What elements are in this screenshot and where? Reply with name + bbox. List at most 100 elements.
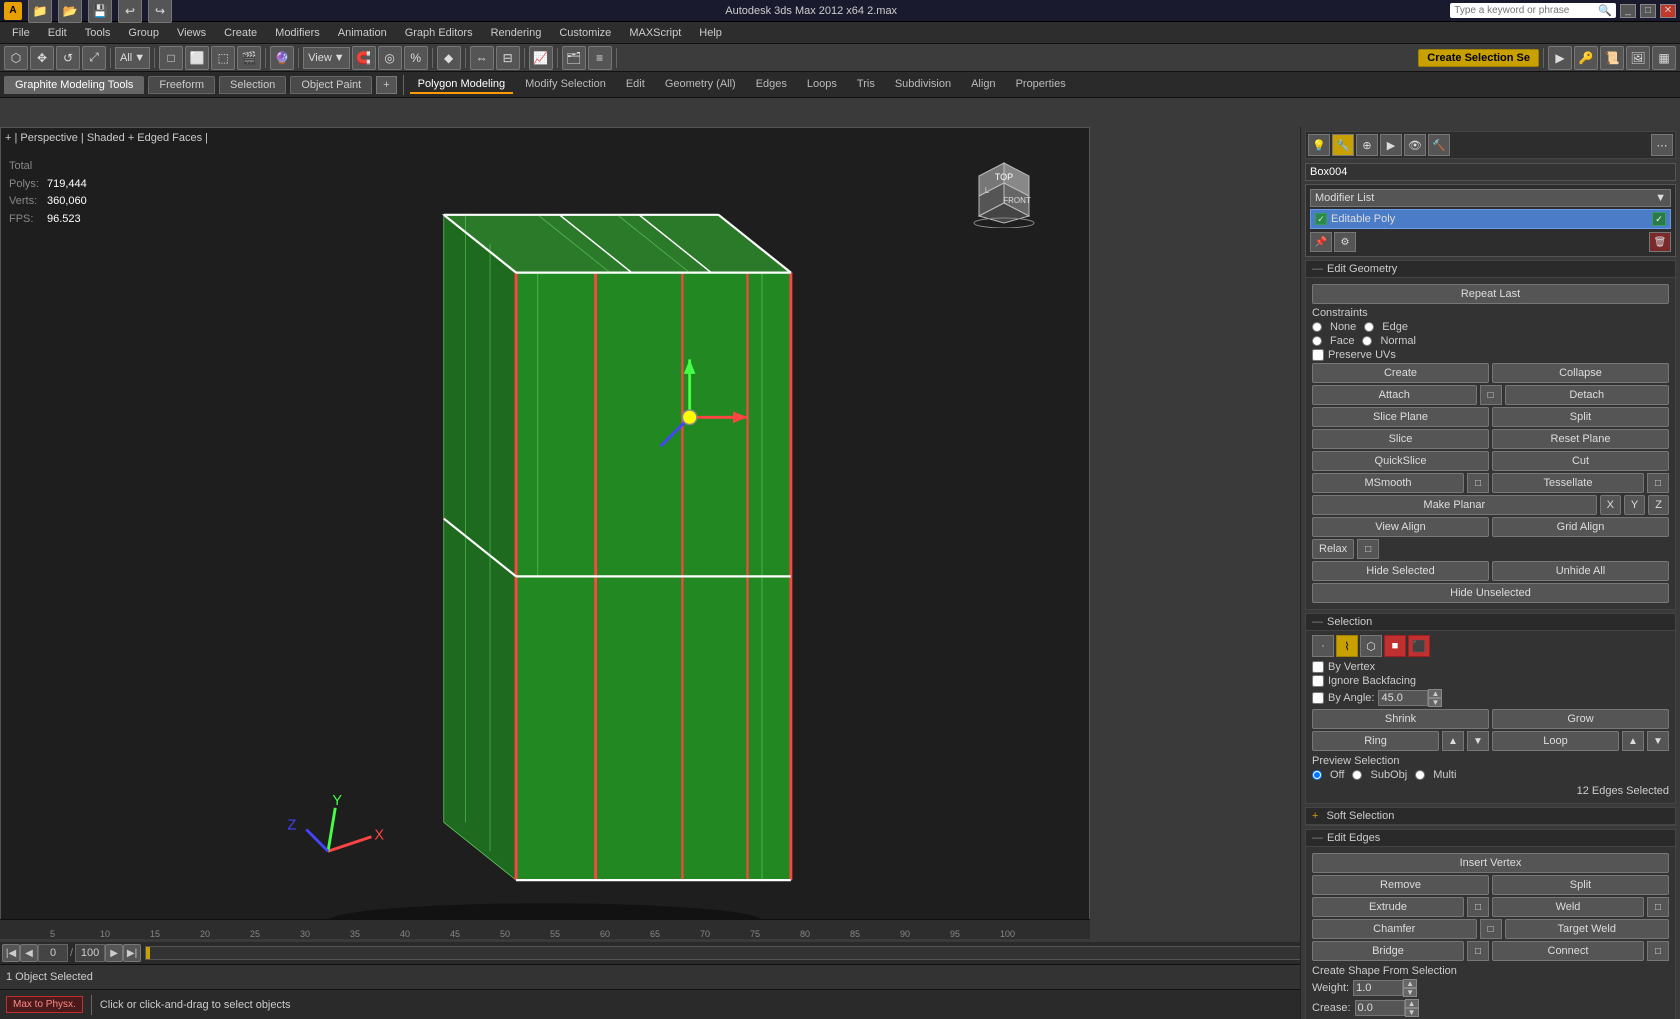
collapse-btn[interactable]: Collapse	[1492, 363, 1669, 383]
extrude-settings-btn[interactable]: □	[1467, 897, 1489, 917]
search-input[interactable]	[1454, 5, 1594, 16]
split-btn[interactable]: Split	[1492, 407, 1669, 427]
repeat-last-btn[interactable]: Repeat Last	[1312, 284, 1669, 304]
create-btn[interactable]: Create	[1312, 363, 1489, 383]
wire-btn[interactable]: ⬚	[211, 46, 235, 70]
soft-selection-header[interactable]: + Soft Selection	[1306, 808, 1675, 825]
menu-views[interactable]: Views	[169, 25, 214, 41]
tab-freeform[interactable]: Freeform	[148, 76, 215, 94]
render-btn[interactable]: 🖼	[1626, 46, 1650, 70]
ribbon-align[interactable]: Align	[963, 76, 1003, 94]
max-physx-btn[interactable]: Max to Physx.	[6, 996, 83, 1013]
save-btn[interactable]: 💾	[88, 0, 112, 23]
filter-dropdown[interactable]: All ▼	[115, 47, 150, 69]
rp-extra-icon[interactable]: ⋯	[1651, 134, 1673, 156]
grid-align-btn[interactable]: Grid Align	[1492, 517, 1669, 537]
ribbon-modify-selection[interactable]: Modify Selection	[517, 76, 614, 94]
attach-settings-btn[interactable]: □	[1480, 385, 1502, 405]
ribbon-edit[interactable]: Edit	[618, 76, 653, 94]
viewport[interactable]: + | Perspective | Shaded + Edged Faces |…	[0, 127, 1090, 939]
connect-settings-btn[interactable]: □	[1647, 941, 1669, 961]
pct-snap-btn[interactable]: %	[404, 46, 428, 70]
weld-btn[interactable]: Weld	[1492, 897, 1644, 917]
by-angle-checkbox[interactable]	[1312, 692, 1324, 704]
tab-graphite-modeling[interactable]: Graphite Modeling Tools	[4, 76, 144, 94]
attach-btn[interactable]: Attach	[1312, 385, 1477, 405]
tab-object-paint[interactable]: Object Paint	[290, 76, 372, 94]
stack-configure-btn[interactable]: ⚙	[1334, 232, 1356, 252]
by-vertex-checkbox[interactable]	[1312, 661, 1324, 673]
by-angle-up[interactable]: ▲	[1428, 689, 1442, 698]
stack-pin-btn[interactable]: 📌	[1310, 232, 1332, 252]
hide-selected-btn[interactable]: Hide Selected	[1312, 561, 1489, 581]
constraint-none-radio[interactable]	[1312, 322, 1322, 332]
next-frame-btn[interactable]: ▶|	[123, 944, 141, 962]
editable-poly-entry[interactable]: ✓ Editable Poly ✓	[1310, 209, 1671, 229]
connect-btn[interactable]: Connect	[1492, 941, 1644, 961]
detach-btn[interactable]: Detach	[1505, 385, 1670, 405]
view-dropdown[interactable]: View ▼	[303, 47, 350, 69]
tab-selection[interactable]: Selection	[219, 76, 286, 94]
msmooth-settings-btn[interactable]: □	[1467, 473, 1489, 493]
menu-graph-editors[interactable]: Graph Editors	[397, 25, 481, 41]
rp-motion-icon[interactable]: ▶	[1380, 134, 1402, 156]
tab-extra[interactable]: +	[376, 76, 396, 94]
rp-utility-icon[interactable]: 🔨	[1428, 134, 1450, 156]
total-frames[interactable]: 100	[75, 944, 105, 962]
tessellate-btn[interactable]: Tessellate	[1492, 473, 1644, 493]
bridge-btn[interactable]: Bridge	[1312, 941, 1464, 961]
rp-hierarchy-icon[interactable]: ⊕	[1356, 134, 1378, 156]
slice-btn[interactable]: Slice	[1312, 429, 1489, 449]
edit-geometry-header[interactable]: — Edit Geometry	[1306, 261, 1675, 278]
crease-up[interactable]: ▲	[1405, 999, 1419, 1008]
preview-multi-radio[interactable]	[1415, 770, 1425, 780]
rp-display-icon[interactable]: 👁	[1404, 134, 1426, 156]
undo-btn[interactable]: ↩	[118, 0, 142, 23]
loop-spin-dn[interactable]: ▼	[1647, 731, 1669, 751]
current-frame[interactable]: 0	[38, 944, 68, 962]
element-icon[interactable]: ⬛	[1408, 635, 1430, 657]
ee-split-btn[interactable]: Split	[1492, 875, 1669, 895]
constraint-normal-radio[interactable]	[1362, 336, 1372, 346]
object-name[interactable]: Box004	[1305, 163, 1676, 181]
chamfer-btn[interactable]: Chamfer	[1312, 919, 1477, 939]
menu-group[interactable]: Group	[120, 25, 167, 41]
mirror-btn[interactable]: ⇔	[470, 46, 494, 70]
create-selection-btn[interactable]: Create Selection Se	[1418, 49, 1539, 67]
ribbon-polygon-modeling[interactable]: Polygon Modeling	[410, 76, 513, 94]
weight-up[interactable]: ▲	[1403, 979, 1417, 988]
grow-btn[interactable]: Grow	[1492, 709, 1669, 729]
snap-btn[interactable]: 🧲	[352, 46, 376, 70]
preview-off-radio[interactable]	[1312, 770, 1322, 780]
menu-file[interactable]: File	[4, 25, 38, 41]
ribbon-edges[interactable]: Edges	[748, 76, 795, 94]
by-angle-down[interactable]: ▼	[1428, 698, 1442, 707]
constraint-edge-radio[interactable]	[1364, 322, 1374, 332]
loop-spin-up[interactable]: ▲	[1622, 731, 1644, 751]
play-btn[interactable]: ▶	[1548, 46, 1572, 70]
ring-btn[interactable]: Ring	[1312, 731, 1439, 751]
preserve-uvs-checkbox[interactable]	[1312, 349, 1324, 361]
constraint-face-radio[interactable]	[1312, 336, 1322, 346]
menu-tools[interactable]: Tools	[77, 25, 119, 41]
prev-key-btn[interactable]: ◀	[20, 944, 38, 962]
make-planar-btn[interactable]: Make Planar	[1312, 495, 1597, 515]
edit-edges-header[interactable]: — Edit Edges	[1306, 830, 1675, 847]
menu-animation[interactable]: Animation	[330, 25, 395, 41]
ring-spin-dn[interactable]: ▼	[1467, 731, 1489, 751]
view-align-btn[interactable]: View Align	[1312, 517, 1489, 537]
msmooth-btn[interactable]: MSmooth	[1312, 473, 1464, 493]
vertex-icon[interactable]: ·	[1312, 635, 1334, 657]
ignore-backfacing-checkbox[interactable]	[1312, 675, 1324, 687]
target-weld-btn[interactable]: Target Weld	[1505, 919, 1670, 939]
menu-edit[interactable]: Edit	[40, 25, 75, 41]
move-btn[interactable]: ✥	[30, 46, 54, 70]
angle-snap-btn[interactable]: ◎	[378, 46, 402, 70]
keys-btn[interactable]: 🔑	[1574, 46, 1598, 70]
ram-player-btn[interactable]: ▦	[1652, 46, 1676, 70]
selection-header[interactable]: — Selection	[1306, 614, 1675, 631]
close-btn[interactable]: ✕	[1660, 4, 1676, 18]
x-btn[interactable]: X	[1600, 495, 1621, 515]
material-editor-btn[interactable]: 🔮	[270, 46, 294, 70]
ribbon-properties[interactable]: Properties	[1008, 76, 1074, 94]
